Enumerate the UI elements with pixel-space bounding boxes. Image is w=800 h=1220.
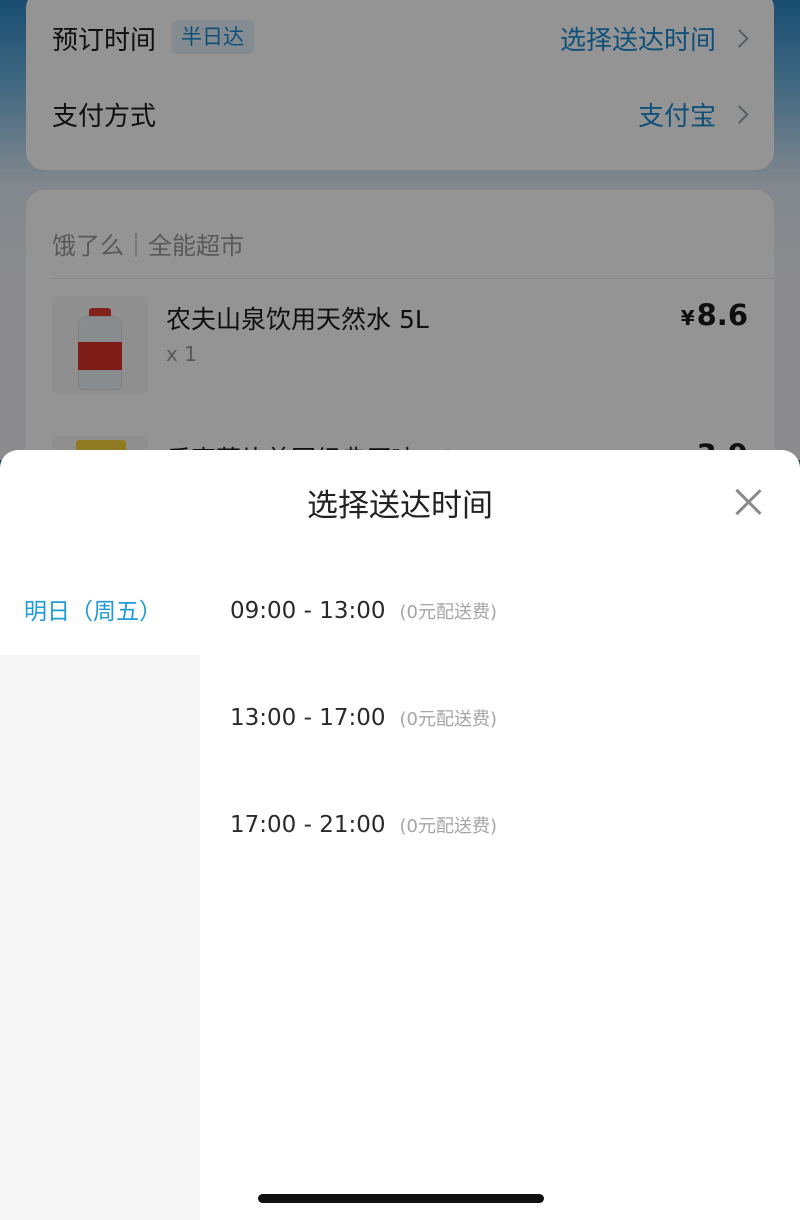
delivery-time-sheet: 选择送达时间 明日（周五） 09:00 - 13:00 (0元配送费) 13:0… (0, 450, 800, 1220)
time-slot-fee: (0元配送费) (399, 709, 498, 730)
time-slot-option[interactable]: 09:00 - 13:00 (0元配送费) (230, 586, 497, 636)
time-slot-fee: (0元配送费) (399, 816, 498, 837)
day-list: 明日（周五） (0, 550, 200, 1220)
time-slot-time: 09:00 - 13:00 (230, 598, 386, 624)
time-slot-time: 13:00 - 17:00 (230, 705, 386, 731)
day-item-tomorrow[interactable]: 明日（周五） (0, 550, 200, 655)
time-slot-option[interactable]: 17:00 - 21:00 (0元配送费) (230, 800, 497, 850)
time-slot-time: 17:00 - 21:00 (230, 812, 386, 838)
time-slot-fee: (0元配送费) (399, 602, 498, 623)
day-item-label: 明日（周五） (24, 599, 162, 625)
close-icon[interactable] (728, 482, 768, 522)
day-list-empty-area (0, 655, 200, 1220)
home-indicator[interactable] (258, 1194, 544, 1203)
sheet-title: 选择送达时间 (307, 488, 493, 524)
time-slot-option[interactable]: 13:00 - 17:00 (0元配送费) (230, 693, 497, 743)
